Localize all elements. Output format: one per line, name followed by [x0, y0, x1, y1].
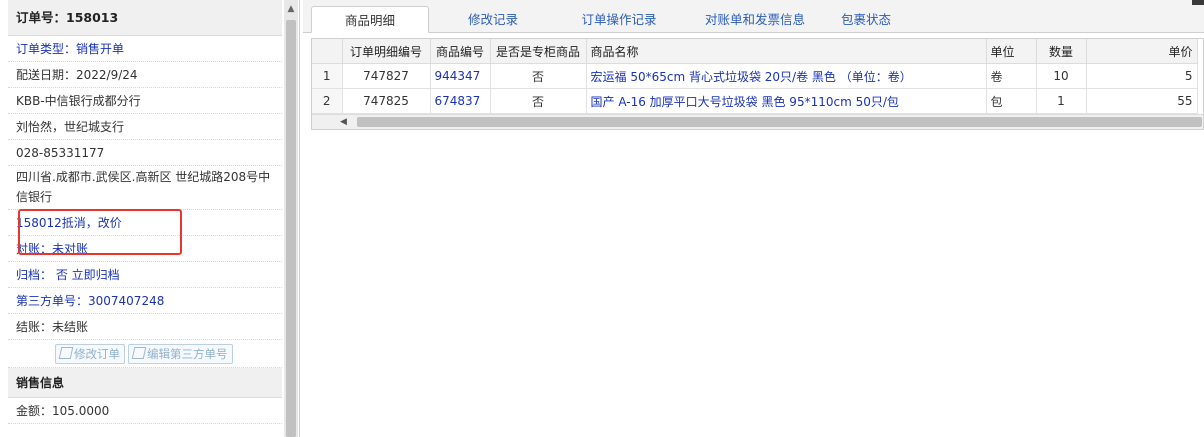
col-unit[interactable]: 单位 — [986, 39, 1037, 64]
col-rownum — [312, 39, 343, 64]
left-scrollbar[interactable]: ▲ — [284, 0, 298, 437]
customer-phone: 028-85331177 — [8, 140, 282, 166]
delivery-address: 四川省.成都市.武侯区.高新区 世纪城路208号中信银行 — [8, 166, 282, 210]
quantity: 10 — [1036, 63, 1087, 89]
customer-company: KBB-中信银行成都分行 — [8, 88, 282, 114]
row-number: 1 — [312, 63, 343, 89]
quantity: 1 — [1036, 88, 1087, 114]
edit-icon — [131, 347, 147, 359]
order-info-content: 订单号：158013 订单类型：销售开单 配送日期：2022/9/24 KBB-… — [8, 0, 282, 437]
col-price[interactable]: 单价 — [1086, 39, 1198, 64]
highlight-annotation — [18, 209, 182, 255]
horizontal-scrollbar[interactable]: ◀ — [312, 114, 1203, 129]
tab-invoice-info[interactable]: 对账单和发票信息 — [685, 6, 825, 33]
product-table: 订单明细编号 商品编号 是否是专柜商品 商品名称 单位 数量 单价 1 7478… — [312, 39, 1198, 114]
sales-amount: 金额：105.0000 — [8, 398, 282, 424]
detail-id: 747825 — [342, 88, 431, 114]
edit-order-label: 修改订单 — [74, 347, 120, 361]
order-type: 订单类型：销售开单 — [8, 36, 282, 62]
customer-contact: 刘怡然，世纪城支行 — [8, 114, 282, 140]
order-number-header: 订单号：158013 — [8, 0, 282, 36]
edit-third-party-button[interactable]: 编辑第三方单号 — [128, 344, 233, 364]
unit: 包 — [986, 88, 1037, 114]
arrow-up-icon[interactable]: ▲ — [284, 2, 298, 16]
order-info-panel: 订单号：158013 订单类型：销售开单 配送日期：2022/9/24 KBB-… — [0, 0, 300, 437]
product-id-link[interactable]: 944347 — [430, 63, 491, 89]
window-edge — [1192, 0, 1204, 5]
settlement-status: 结账：未结账 — [8, 314, 282, 340]
is-counter-product: 否 — [490, 88, 587, 114]
left-scrollbar-thumb[interactable] — [286, 20, 296, 437]
sales-info-title: 销售信息 — [8, 368, 282, 398]
detail-id: 747827 — [342, 63, 431, 89]
is-counter-product: 否 — [490, 63, 587, 89]
archive-status[interactable]: 归档： 否 立即归档 — [8, 262, 282, 288]
col-product-name[interactable]: 商品名称 — [586, 39, 987, 64]
col-detail-id[interactable]: 订单明细编号 — [342, 39, 431, 64]
edit-icon — [58, 347, 74, 359]
unit-price: 5 — [1086, 63, 1198, 89]
table-row[interactable]: 2 747825 674837 否 国产 A-16 加厚平口大号垃圾袋 黑色 9… — [312, 88, 1198, 114]
product-name-link[interactable]: 宏运福 50*65cm 背心式垃圾袋 20只/卷 黑色 （单位：卷） — [586, 63, 987, 89]
col-qty[interactable]: 数量 — [1036, 39, 1087, 64]
table-row[interactable]: 1 747827 944347 否 宏运福 50*65cm 背心式垃圾袋 20只… — [312, 63, 1198, 89]
order-detail-panel: 商品明细 修改记录 订单操作记录 对账单和发票信息 包裹状态 订单明细编号 商品… — [303, 0, 1204, 437]
order-actions: 修改订单 编辑第三方单号 — [8, 340, 282, 368]
product-name-link[interactable]: 国产 A-16 加厚平口大号垃圾袋 黑色 95*110cm 50只/包 — [586, 88, 987, 114]
tab-package-status[interactable]: 包裹状态 — [825, 6, 907, 33]
table-header-row: 订单明细编号 商品编号 是否是专柜商品 商品名称 单位 数量 单价 — [312, 39, 1198, 64]
product-id-link[interactable]: 674837 — [430, 88, 491, 114]
horizontal-scrollbar-thumb[interactable] — [357, 117, 1202, 127]
tab-bar: 商品明细 修改记录 订单操作记录 对账单和发票信息 包裹状态 — [303, 0, 1204, 33]
col-product-id[interactable]: 商品编号 — [430, 39, 491, 64]
tab-modification-log[interactable]: 修改记录 — [443, 6, 543, 33]
delivery-date: 配送日期：2022/9/24 — [8, 62, 282, 88]
third-party-number: 第三方单号：3007407248 — [8, 288, 282, 314]
tab-operation-log[interactable]: 订单操作记录 — [563, 6, 675, 33]
unit-price: 55 — [1086, 88, 1198, 114]
row-number: 2 — [312, 88, 343, 114]
arrow-left-icon[interactable]: ◀ — [340, 115, 347, 129]
col-is-counter[interactable]: 是否是专柜商品 — [490, 39, 587, 64]
tab-product-details[interactable]: 商品明细 — [311, 6, 429, 33]
product-grid: 订单明细编号 商品编号 是否是专柜商品 商品名称 单位 数量 单价 1 7478… — [311, 38, 1204, 130]
edit-third-party-label: 编辑第三方单号 — [147, 347, 228, 361]
edit-order-button[interactable]: 修改订单 — [55, 344, 125, 364]
unit: 卷 — [986, 63, 1037, 89]
